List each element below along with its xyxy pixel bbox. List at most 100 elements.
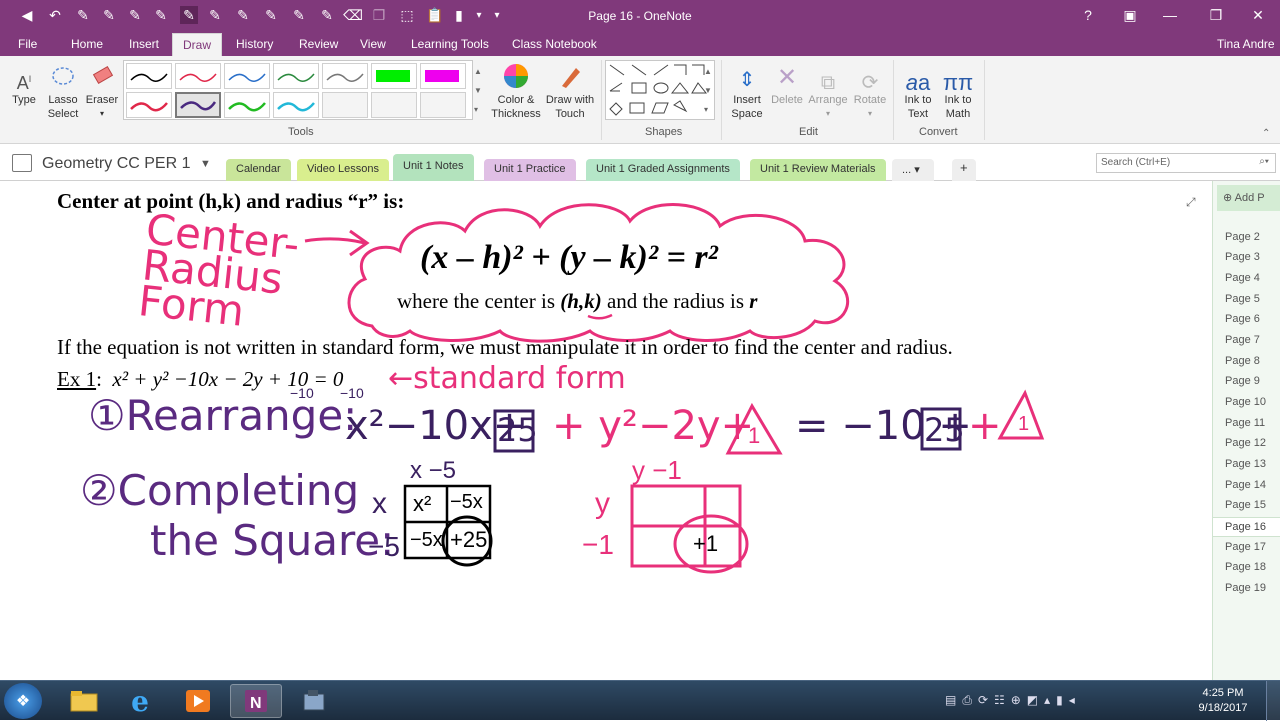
page-item[interactable]: Page 15 — [1225, 499, 1266, 511]
customize-icon[interactable]: ▾ — [488, 6, 506, 24]
dock-icon[interactable]: ▮ — [450, 6, 468, 24]
pen-pink-thick[interactable] — [126, 92, 172, 118]
onenote-taskbar-icon[interactable]: N — [230, 684, 282, 718]
internet-explorer-icon[interactable]: e — [114, 684, 166, 718]
page-item[interactable]: Page 5 — [1225, 293, 1260, 305]
highlighter-yellow-icon[interactable]: ✎ — [290, 6, 308, 24]
search-input[interactable]: Search (Ctrl+E) ⌕▾ — [1096, 153, 1276, 173]
ribbon-display-icon[interactable]: ▣ — [1112, 0, 1148, 30]
page-item[interactable]: Page 3 — [1225, 251, 1260, 263]
undo-icon[interactable]: ↶ — [46, 6, 64, 24]
page-item[interactable]: Page 17 — [1225, 541, 1266, 553]
pen-purple-icon[interactable]: ✎ — [180, 6, 198, 24]
tab-file[interactable]: File — [18, 37, 37, 51]
close-icon[interactable]: ✕ — [1240, 0, 1276, 30]
eraser-icon[interactable]: ⌫ — [343, 6, 363, 24]
pen-gray-thin[interactable] — [322, 63, 368, 89]
highlighter-green[interactable] — [371, 63, 417, 89]
pen-empty-1[interactable] — [322, 92, 368, 118]
pen-pink-icon[interactable]: ✎ — [262, 6, 280, 24]
tab-review[interactable]: Review — [299, 37, 338, 51]
ink-to-math-button[interactable]: ππ Ink to Math — [938, 60, 978, 121]
pen-purple-thick[interactable] — [175, 92, 221, 118]
tab-home[interactable]: Home — [71, 37, 103, 51]
page-item[interactable]: Page 2 — [1225, 231, 1260, 243]
page-item[interactable]: Page 6 — [1225, 313, 1260, 325]
copy-icon[interactable]: ❐ — [370, 6, 388, 24]
clock[interactable]: 4:25 PM 9/18/2017 — [1188, 686, 1258, 716]
type-button[interactable]: AI Type — [8, 60, 40, 107]
section-tab-video-lessons[interactable]: Video Lessons — [297, 159, 389, 181]
dropdown-icon[interactable]: ▾ — [470, 6, 488, 24]
page-item[interactable]: Page 4 — [1225, 272, 1260, 284]
pen-blue-icon[interactable]: ✎ — [126, 6, 144, 24]
add-section-button[interactable]: + — [952, 159, 976, 181]
pen-red-icon[interactable]: ✎ — [100, 6, 118, 24]
add-page-button[interactable]: ⊕ Add P — [1217, 185, 1280, 211]
pen-green2-icon[interactable]: ✎ — [234, 6, 252, 24]
pen-black-icon[interactable]: ✎ — [74, 6, 92, 24]
section-tab-unit1-practice[interactable]: Unit 1 Practice — [484, 159, 576, 181]
section-tab-unit1-notes[interactable]: Unit 1 Notes — [393, 154, 474, 181]
lasso-select-button[interactable]: Lasso Select — [44, 60, 82, 121]
paste-icon[interactable]: 📋 — [426, 6, 444, 24]
section-tab-calendar[interactable]: Calendar — [226, 159, 291, 181]
page-item[interactable]: Page 7 — [1225, 334, 1260, 346]
maximize-icon[interactable]: ❐ — [1198, 0, 1234, 30]
rotate-button[interactable]: ⟳ Rotate ▾ — [850, 60, 890, 121]
tab-history[interactable]: History — [236, 37, 273, 51]
pen-cyan-thick[interactable] — [273, 92, 319, 118]
pen-blue-thin[interactable] — [224, 63, 270, 89]
system-tray-icons[interactable]: ▤⎙⟳☷⊕◩▴▮◂ — [945, 693, 1081, 708]
pen-green-icon[interactable]: ✎ — [206, 6, 224, 24]
help-icon[interactable]: ? — [1070, 0, 1106, 30]
screen-capture-icon[interactable] — [288, 684, 340, 718]
draw-with-touch-button[interactable]: Draw with Touch — [542, 60, 598, 121]
pen-empty-2[interactable] — [371, 92, 417, 118]
page-item-current[interactable]: Page 16 — [1213, 517, 1280, 537]
media-player-icon[interactable] — [172, 684, 224, 718]
notebook-dropdown-icon[interactable]: ▼ — [200, 158, 211, 170]
tab-draw[interactable]: Draw — [172, 33, 223, 56]
back-icon[interactable]: ◀ — [18, 6, 36, 24]
collapse-ribbon-icon[interactable]: ⌃ — [1262, 128, 1270, 139]
pen-empty-3[interactable] — [420, 92, 466, 118]
page-item[interactable]: Page 11 — [1225, 417, 1265, 429]
color-thickness-button[interactable]: Color & Thickness — [490, 60, 542, 121]
pen-gallery-scroll[interactable]: ▲ ▼ ▾ — [474, 62, 482, 119]
page-item[interactable]: Page 18 — [1225, 561, 1266, 573]
page-item[interactable]: Page 14 — [1225, 479, 1266, 491]
page-item[interactable]: Page 13 — [1225, 458, 1266, 470]
shapes-gallery[interactable] — [605, 60, 715, 120]
page-item[interactable]: Page 9 — [1225, 375, 1260, 387]
page-item[interactable]: Page 10 — [1225, 396, 1266, 408]
lasso-icon[interactable]: ⬚ — [398, 6, 416, 24]
minimize-icon[interactable]: — — [1152, 0, 1188, 30]
eraser-button[interactable]: Eraser ▾ — [84, 60, 120, 121]
more-sections-button[interactable]: ... ▾ — [892, 159, 934, 181]
start-button[interactable]: ❖ — [4, 683, 42, 719]
shapes-scroll[interactable]: ▲ ▼ ▾ — [704, 62, 712, 119]
arrange-button[interactable]: ⧉ Arrange ▾ — [806, 60, 850, 121]
show-desktop-button[interactable] — [1266, 681, 1280, 721]
note-page[interactable]: Center at point (h,k) and radius “r” is:… — [0, 181, 1212, 666]
section-tab-unit1-graded[interactable]: Unit 1 Graded Assignments — [586, 159, 740, 181]
user-name[interactable]: Tina Andre — [1217, 37, 1275, 51]
pen-black-thin[interactable] — [126, 63, 172, 89]
tab-learning-tools[interactable]: Learning Tools — [411, 37, 489, 51]
tab-insert[interactable]: Insert — [129, 37, 159, 51]
tab-class-notebook[interactable]: Class Notebook — [512, 37, 597, 51]
pen-cyan-icon[interactable]: ✎ — [318, 6, 336, 24]
ink-to-text-button[interactable]: aa Ink to Text — [898, 60, 938, 121]
pen-red-thin[interactable] — [175, 63, 221, 89]
eraser-dropdown-icon[interactable]: ▾ — [84, 107, 120, 121]
page-item[interactable]: Page 19 — [1225, 582, 1266, 594]
tab-view[interactable]: View — [360, 37, 386, 51]
delete-button[interactable]: ✕ Delete — [768, 60, 806, 107]
pen-gray-icon[interactable]: ✎ — [152, 6, 170, 24]
file-explorer-icon[interactable] — [58, 684, 110, 718]
highlighter-magenta[interactable] — [420, 63, 466, 89]
notebook-name[interactable]: Geometry CC PER 1 — [42, 155, 190, 173]
insert-space-button[interactable]: ⇕ Insert Space — [728, 60, 766, 121]
pen-green-thick[interactable] — [224, 92, 270, 118]
